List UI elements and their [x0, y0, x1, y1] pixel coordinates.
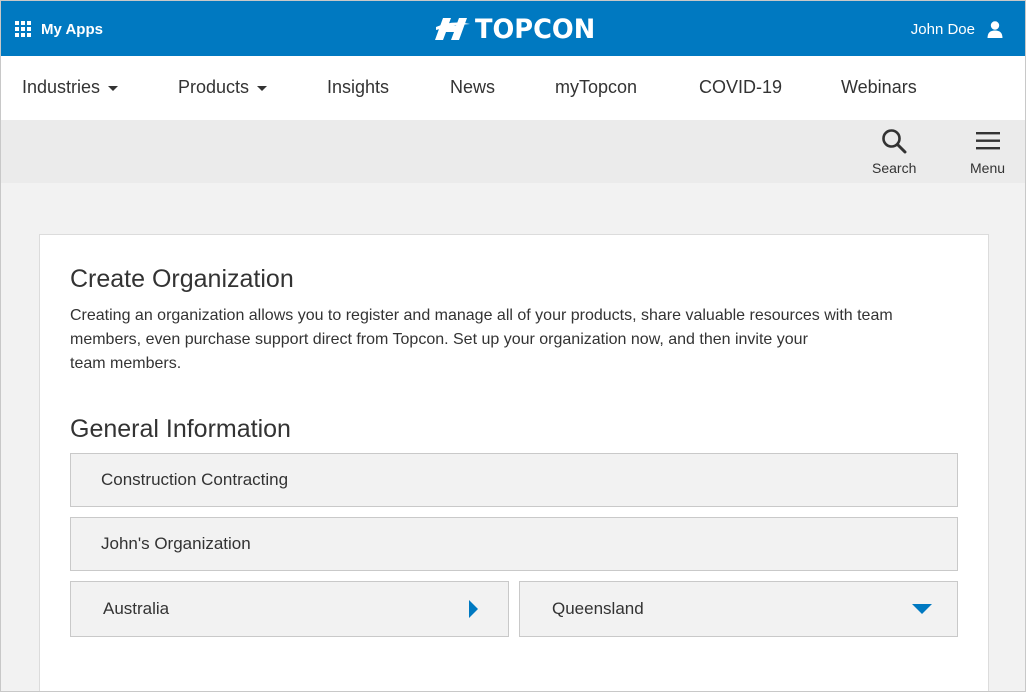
search-label: Search	[872, 160, 917, 176]
nav-mytopcon[interactable]: myTopcon	[555, 77, 637, 98]
description-line: Creating an organization allows you to r…	[70, 307, 893, 324]
country-select[interactable]: Australia	[70, 581, 509, 637]
menu-button[interactable]: Menu	[970, 128, 1005, 176]
search-icon	[882, 129, 907, 154]
my-apps-label: My Apps	[41, 20, 103, 38]
organization-name-field[interactable]: John's Organization	[70, 517, 958, 571]
utility-bar: Search Menu	[1, 120, 1025, 183]
country-value: Australia	[103, 599, 170, 618]
nav-label: myTopcon	[555, 77, 638, 97]
nav-covid-19[interactable]: COVID-19	[699, 77, 782, 98]
nav-products[interactable]: Products	[178, 77, 268, 98]
caret-down-icon	[108, 86, 119, 91]
page: My Apps TOPCON John Doe Industries Produ…	[0, 0, 1026, 692]
nav-webinars[interactable]: Webinars	[841, 77, 917, 98]
topcon-mark-icon	[435, 18, 470, 40]
state-select[interactable]: Queensland	[519, 581, 958, 637]
general-information-heading: General Information	[70, 415, 291, 443]
top-bar: My Apps TOPCON John Doe	[1, 1, 1025, 56]
nav-label: Products	[178, 77, 250, 97]
search-button[interactable]: Search	[872, 128, 916, 176]
organization-name-value: John's Organization	[101, 534, 251, 553]
topcon-logo[interactable]: TOPCON	[434, 13, 602, 45]
nav-news[interactable]: News	[450, 77, 495, 98]
next-section-heading: Ev	[70, 685, 99, 691]
menu-label: Menu	[970, 160, 1006, 176]
main-nav: Industries Products Insights News myTopc…	[1, 56, 1025, 120]
nav-label: COVID-19	[699, 77, 783, 97]
industry-field[interactable]: Construction Contracting	[70, 453, 958, 507]
description-line: team members.	[70, 355, 182, 372]
create-organization-card: Create Organization Creating an organiza…	[39, 234, 989, 691]
industry-value: Construction Contracting	[101, 470, 289, 489]
my-apps-button[interactable]: My Apps	[15, 18, 103, 40]
hamburger-menu-icon	[975, 132, 1000, 150]
nav-label: News	[450, 77, 496, 97]
description-line: members, even purchase support direct fr…	[70, 331, 808, 348]
state-value: Queensland	[552, 599, 644, 618]
nav-industries[interactable]: Industries	[22, 77, 119, 98]
nav-label: Insights	[327, 77, 390, 97]
logo-wordmark: TOPCON	[475, 13, 596, 45]
apps-grid-icon	[15, 20, 32, 38]
user-menu[interactable]: John Doe	[911, 18, 1003, 40]
nav-label: Webinars	[841, 77, 917, 97]
nav-insights[interactable]: Insights	[327, 77, 389, 98]
chevron-right-icon	[469, 600, 478, 618]
page-description: Creating an organization allows you to r…	[70, 304, 960, 376]
page-title: Create Organization	[70, 265, 294, 293]
user-icon	[987, 20, 1003, 38]
nav-label: Industries	[22, 77, 101, 97]
user-name: John Doe	[910, 20, 975, 38]
chevron-down-icon	[912, 604, 932, 614]
caret-down-icon	[257, 86, 268, 91]
